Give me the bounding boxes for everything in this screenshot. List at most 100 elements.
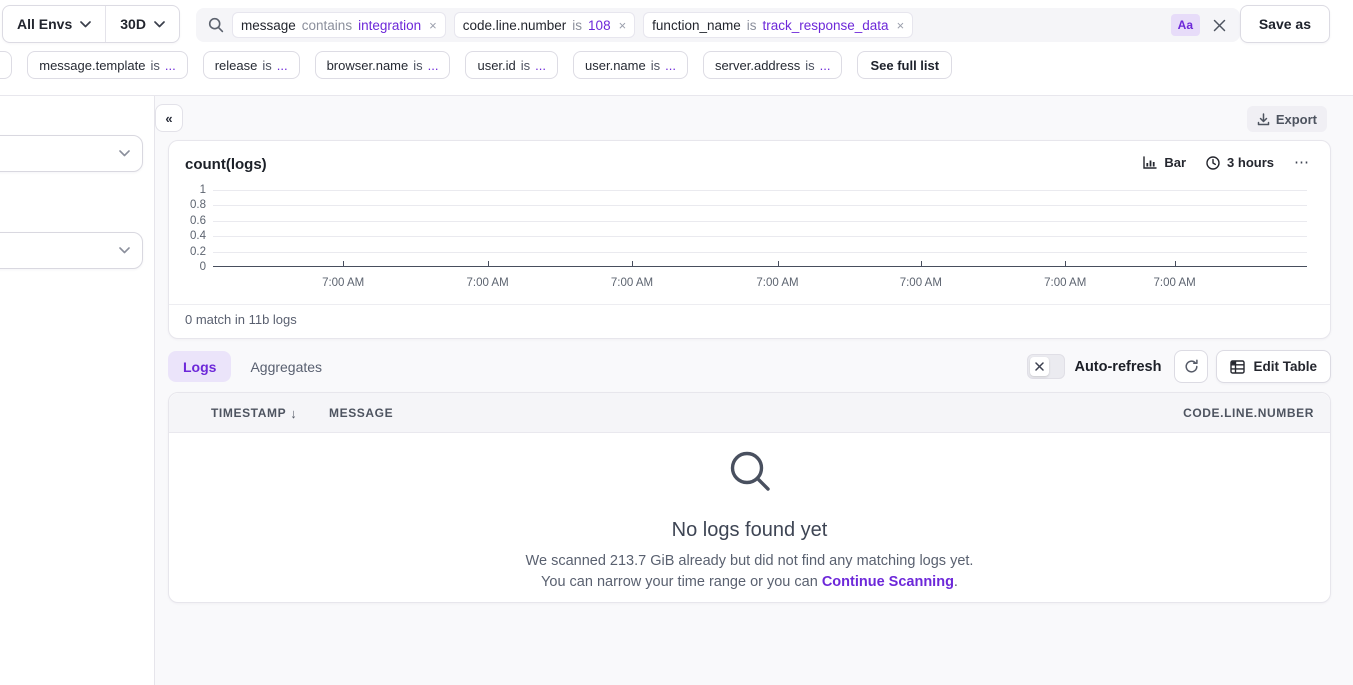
x-tick-label: 7:00 AM [466, 277, 508, 289]
refresh-button[interactable] [1174, 350, 1208, 383]
y-tick-label: 0.4 [190, 230, 206, 242]
chart-card: count(logs) Bar 3 hours ⋯ 1 [168, 140, 1331, 339]
scan-summary: We scanned 213.7 GiB already but did not… [526, 553, 974, 569]
toggle-knob [1030, 357, 1049, 376]
remove-filter-icon[interactable]: × [617, 18, 627, 33]
refresh-icon [1184, 359, 1199, 374]
table-header-row: TIMESTAMP ↓ MESSAGE CODE.LINE.NUMBER [169, 393, 1330, 433]
gridline [213, 252, 1307, 253]
env-date-selector-group: All Envs 30D [2, 5, 180, 43]
filter-key: message [241, 18, 296, 33]
x-axis-tick [921, 261, 922, 267]
date-range-selector[interactable]: 30D [105, 6, 179, 42]
y-tick-label: 0.6 [190, 215, 206, 227]
search-filter-chip[interactable]: function_name is track_response_data × [643, 12, 913, 38]
filter-operator: is [747, 18, 757, 33]
column-header-message[interactable]: MESSAGE [329, 393, 393, 433]
suggestion-chip[interactable]: release is ... [203, 51, 300, 79]
suggestion-chip[interactable]: browser.name is ... [315, 51, 451, 79]
clear-search-icon[interactable] [1208, 14, 1230, 36]
case-sensitive-button[interactable]: Aa [1171, 14, 1200, 36]
y-tick-label: 0.8 [190, 199, 206, 211]
suggestion-chip[interactable]: user.name is ... [573, 51, 688, 79]
time-range-label: 3 hours [1227, 155, 1274, 170]
filter-value: 108 [588, 18, 611, 33]
main-content: « Export count(logs) Bar 3 hours ⋯ [155, 96, 1353, 685]
top-bar: All Envs 30D message contains integratio… [0, 0, 1353, 96]
narrow-range-text: You can narrow your time range or you ca… [541, 574, 822, 590]
suggestion-chip[interactable]: server.address is ... [703, 51, 843, 79]
see-full-list-button[interactable]: See full list [857, 51, 952, 79]
tab-logs[interactable]: Logs [168, 351, 231, 382]
sidebar-select-2[interactable] [0, 232, 143, 269]
sidebar-select-1[interactable] [0, 135, 143, 172]
gridline [213, 205, 1307, 206]
x-tick-label: 7:00 AM [900, 277, 942, 289]
chart-type-button[interactable]: Bar [1143, 155, 1186, 170]
magnifier-icon [727, 448, 773, 494]
edit-table-button[interactable]: Edit Table [1216, 350, 1331, 383]
download-icon [1257, 113, 1270, 126]
chevron-down-icon [119, 247, 130, 254]
empty-state: No logs found yet We scanned 213.7 GiB a… [169, 433, 1330, 603]
filter-suggestions-row: is ... message.template is ... release i… [0, 51, 1353, 79]
divider [169, 304, 1330, 305]
suggestion-chip[interactable]: user.id is ... [465, 51, 558, 79]
auto-refresh-toggle[interactable] [1027, 354, 1065, 379]
x-tick-label: 7:00 AM [756, 277, 798, 289]
remove-filter-icon[interactable]: × [427, 18, 437, 33]
filter-operator: contains [302, 18, 352, 33]
continue-scanning-link[interactable]: Continue Scanning [822, 574, 954, 590]
x-axis-line [213, 266, 1307, 267]
chart-more-menu-icon[interactable]: ⋯ [1294, 155, 1310, 170]
export-button[interactable]: Export [1247, 106, 1327, 132]
save-as-button[interactable]: Save as [1240, 5, 1330, 43]
sentence-period: . [954, 574, 958, 590]
x-axis-tick [1065, 261, 1066, 267]
chevron-down-icon [154, 21, 165, 28]
collapse-sidebar-button[interactable]: « [155, 104, 183, 132]
empty-state-description: We scanned 213.7 GiB already but did not… [526, 551, 974, 593]
left-sidebar [0, 96, 155, 685]
search-filter-chip[interactable]: message contains integration × [232, 12, 446, 38]
filter-key: code.line.number [463, 18, 567, 33]
y-tick-label: 1 [200, 184, 206, 196]
search-filter-chip[interactable]: code.line.number is 108 × [454, 12, 635, 38]
export-label: Export [1276, 112, 1317, 127]
sort-descending-icon: ↓ [290, 406, 297, 421]
bar-chart-icon [1143, 156, 1157, 169]
app-window: All Envs 30D message contains integratio… [0, 0, 1353, 685]
y-tick-label: 0 [200, 261, 206, 273]
remove-filter-icon[interactable]: × [895, 18, 905, 33]
time-range-button[interactable]: 3 hours [1206, 155, 1274, 170]
gridline [213, 190, 1307, 191]
suggestion-chip[interactable]: is ... [0, 51, 12, 79]
chart-plot-area: 1 0.8 0.6 0.4 0.2 0 7:00 AM 7:00 AM 7:00… [213, 190, 1307, 267]
auto-refresh-label: Auto-refresh [1074, 359, 1161, 375]
gridline [213, 236, 1307, 237]
x-axis-tick [488, 261, 489, 267]
chart-title: count(logs) [185, 156, 267, 173]
x-tick-label: 7:00 AM [1044, 277, 1086, 289]
filter-value: integration [358, 18, 421, 33]
chevron-down-icon [80, 21, 91, 28]
tabs-row: Logs Aggregates Auto-refresh Edit Table [168, 350, 1331, 383]
column-header-code-line-number[interactable]: CODE.LINE.NUMBER [1183, 393, 1314, 433]
date-range-label: 30D [120, 16, 146, 32]
suggestion-chip[interactable]: message.template is ... [27, 51, 187, 79]
search-icon [208, 17, 224, 33]
clock-icon [1206, 156, 1220, 170]
tab-aggregates[interactable]: Aggregates [235, 351, 337, 382]
x-axis-tick [343, 261, 344, 267]
column-header-timestamp[interactable]: TIMESTAMP ↓ [211, 393, 297, 433]
filter-value: track_response_data [762, 18, 888, 33]
filter-operator: is [572, 18, 582, 33]
search-bar[interactable]: message contains integration × code.line… [196, 8, 1240, 42]
x-axis-tick [778, 261, 779, 267]
x-axis-tick [632, 261, 633, 267]
x-tick-label: 7:00 AM [611, 277, 653, 289]
x-axis-tick [1175, 261, 1176, 267]
chevron-down-icon [119, 150, 130, 157]
empty-state-title: No logs found yet [672, 519, 828, 542]
env-selector[interactable]: All Envs [3, 6, 105, 42]
